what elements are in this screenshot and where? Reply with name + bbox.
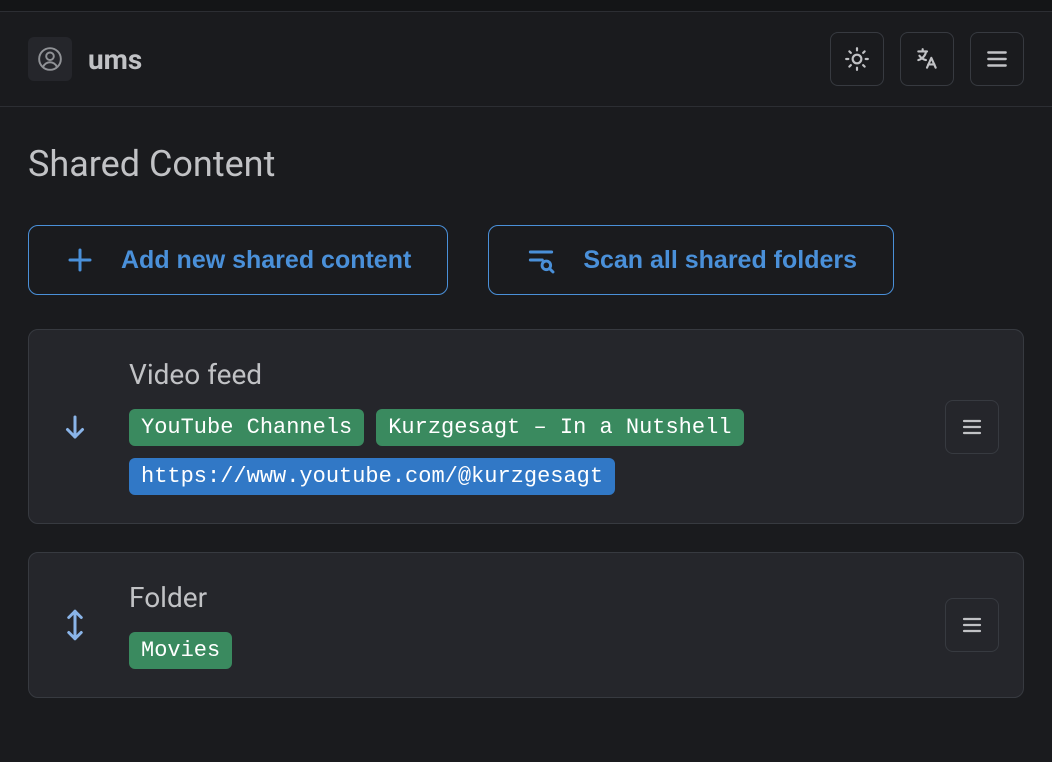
chip-row: YouTube Channels Kurzgesagt – In a Nutshe… — [129, 409, 913, 495]
chip: YouTube Channels — [129, 409, 364, 446]
card-menu-button[interactable] — [945, 400, 999, 454]
add-button-label: Add new shared content — [121, 246, 411, 275]
main-menu-button[interactable] — [970, 32, 1024, 86]
user-icon — [37, 46, 63, 72]
user-avatar-button[interactable] — [28, 37, 72, 81]
main-content: Shared Content Add new shared content Sc… — [0, 107, 1052, 762]
page-title: Shared Content — [28, 143, 1024, 185]
sun-icon — [844, 46, 870, 72]
scan-folders-button[interactable]: Scan all shared folders — [488, 225, 894, 295]
header: ums — [0, 12, 1052, 107]
chip-row: Movies — [129, 632, 913, 669]
arrow-up-down-icon — [60, 607, 90, 643]
hamburger-icon — [960, 415, 984, 439]
window-topbar — [0, 0, 1052, 12]
add-shared-content-button[interactable]: Add new shared content — [28, 225, 448, 295]
drag-handle[interactable] — [53, 607, 97, 643]
chip: https://www.youtube.com/@kurzgesagt — [129, 458, 615, 495]
card-content: Folder Movies — [129, 581, 913, 669]
action-row: Add new shared content Scan all shared f… — [28, 225, 1024, 295]
theme-toggle-button[interactable] — [830, 32, 884, 86]
hamburger-icon — [960, 613, 984, 637]
list-search-icon — [525, 244, 557, 276]
card-title: Folder — [129, 581, 913, 614]
app-title: ums — [88, 43, 142, 76]
card-content: Video feed YouTube Channels Kurzgesagt – I… — [129, 358, 913, 495]
shared-content-card: Video feed YouTube Channels Kurzgesagt – I… — [28, 329, 1024, 524]
chip: Movies — [129, 632, 232, 669]
arrow-down-icon — [60, 412, 90, 442]
card-title: Video feed — [129, 358, 913, 391]
shared-content-card: Folder Movies — [28, 552, 1024, 698]
language-button[interactable] — [900, 32, 954, 86]
chip: Kurzgesagt – In a Nutshell — [376, 409, 743, 446]
card-menu-button[interactable] — [945, 598, 999, 652]
scan-button-label: Scan all shared folders — [583, 246, 857, 275]
plus-icon — [65, 245, 95, 275]
translate-icon — [914, 46, 940, 72]
drag-handle[interactable] — [53, 412, 97, 442]
hamburger-icon — [984, 46, 1010, 72]
